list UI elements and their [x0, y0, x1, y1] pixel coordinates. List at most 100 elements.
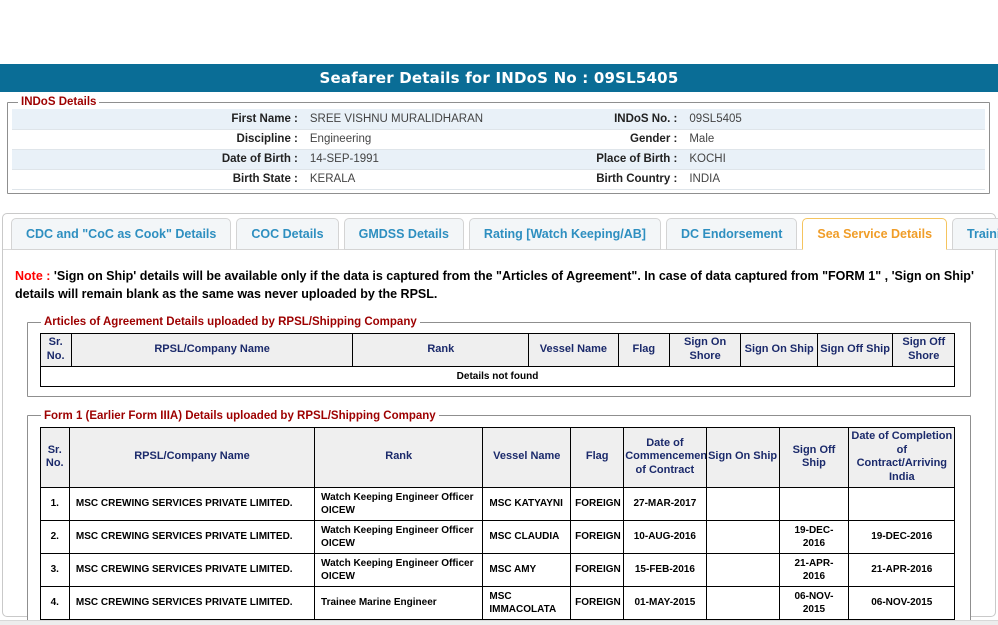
- field-label: INDoS No. :: [498, 109, 683, 129]
- rank-cell: Watch Keeping Engineer Officer OICEW: [315, 553, 483, 586]
- column-header: RPSL/Company Name: [69, 427, 314, 487]
- indos-details-row: First Name : SREE VISHNU MURALIDHARAN IN…: [12, 109, 985, 129]
- column-header: Sign On Ship: [741, 334, 818, 367]
- tab[interactable]: GMDSS Details: [344, 218, 464, 250]
- commencement-date-cell: 27-MAR-2017: [624, 487, 706, 520]
- vessel-name-cell: MSC KATYAYNI: [483, 487, 571, 520]
- indos-details-legend: INDoS Details: [18, 96, 99, 108]
- sr-no-cell: 1.: [40, 487, 69, 520]
- company-name-cell: MSC CREWING SERVICES PRIVATE LIMITED.: [69, 487, 314, 520]
- vessel-name-cell: MSC CLAUDIA: [483, 520, 571, 553]
- column-header: Sr. No.: [40, 334, 71, 367]
- column-header: Sign Off Ship: [818, 334, 893, 367]
- completion-date-cell: [849, 487, 955, 520]
- flag-cell: FOREIGN: [571, 487, 624, 520]
- form1-table: Sr. No. RPSL/Company Name Rank Vessel Na…: [40, 427, 956, 625]
- commencement-date-cell: 10-AUG-2016: [624, 520, 706, 553]
- field-label: Birth State :: [12, 169, 304, 189]
- field-label: Place of Birth :: [498, 149, 683, 169]
- completion-date-cell: 19-DEC-2016: [849, 520, 955, 553]
- field-label: First Name :: [12, 109, 304, 129]
- flag-cell: FOREIGN: [571, 553, 624, 586]
- articles-of-agreement-table: Sr. No. RPSL/Company Name Rank Vessel Na…: [40, 333, 956, 387]
- column-header: Sign On Shore: [669, 334, 740, 367]
- form1-legend: Form 1 (Earlier Form IIIA) Details uploa…: [41, 410, 439, 422]
- indos-details-table: First Name : SREE VISHNU MURALIDHARAN IN…: [12, 109, 985, 190]
- column-header: RPSL/Company Name: [71, 334, 353, 367]
- note-label: Note :: [15, 269, 50, 283]
- field-value: KOCHI: [683, 149, 985, 169]
- articles-of-agreement-section: Articles of Agreement Details uploaded b…: [27, 316, 971, 397]
- page-bottom-strip: [0, 620, 998, 625]
- column-header: Sign Off Shore: [893, 334, 955, 367]
- tab[interactable]: Sea Service Details: [802, 218, 947, 250]
- column-header: Vessel Name: [529, 334, 619, 367]
- company-name-cell: MSC CREWING SERVICES PRIVATE LIMITED.: [69, 553, 314, 586]
- table-row: 2. MSC CREWING SERVICES PRIVATE LIMITED.…: [40, 520, 955, 553]
- vessel-name-cell: MSC IMMACOLATA: [483, 586, 571, 619]
- articles-of-agreement-legend: Articles of Agreement Details uploaded b…: [41, 316, 420, 328]
- vessel-name-cell: MSC AMY: [483, 553, 571, 586]
- company-name-cell: MSC CREWING SERVICES PRIVATE LIMITED.: [69, 520, 314, 553]
- column-header: Date of Commencement of Contract: [624, 427, 706, 487]
- column-header: Sign On Ship: [706, 427, 779, 487]
- flag-cell: FOREIGN: [571, 520, 624, 553]
- sign-off-ship-cell: 21-APR-2016: [779, 553, 849, 586]
- field-value: SREE VISHNU MURALIDHARAN: [304, 109, 499, 129]
- field-label: Birth Country :: [498, 169, 683, 189]
- field-value: 14-SEP-1991: [304, 149, 499, 169]
- column-header: Flag: [618, 334, 669, 367]
- tab[interactable]: COC Details: [236, 218, 338, 250]
- rank-cell: Watch Keeping Engineer Officer OICEW: [315, 487, 483, 520]
- tab[interactable]: Training Details: [952, 218, 998, 250]
- completion-date-cell: 06-NOV-2015: [849, 586, 955, 619]
- table-header-row: Sr. No. RPSL/Company Name Rank Vessel Na…: [40, 334, 955, 367]
- sr-no-cell: 4.: [40, 586, 69, 619]
- column-header: Rank: [315, 427, 483, 487]
- column-header: Date of Completion of Contract/Arriving …: [849, 427, 955, 487]
- field-value: Engineering: [304, 129, 499, 149]
- column-header: Flag: [571, 427, 624, 487]
- column-header: Vessel Name: [483, 427, 571, 487]
- details-not-found-message: Details not found: [40, 366, 955, 386]
- tab[interactable]: CDC and "CoC as Cook" Details: [11, 218, 231, 250]
- sr-no-cell: 3.: [40, 553, 69, 586]
- column-header: Sign Off Ship: [779, 427, 849, 487]
- rank-cell: Trainee Marine Engineer: [315, 586, 483, 619]
- indos-details-row: Date of Birth : 14-SEP-1991 Place of Bir…: [12, 149, 985, 169]
- indos-details-section: INDoS Details First Name : SREE VISHNU M…: [7, 96, 990, 194]
- tab[interactable]: Rating [Watch Keeping/AB]: [469, 218, 661, 250]
- tab-content: Note : 'Sign on Ship' details will be av…: [3, 250, 995, 625]
- table-row: 3. MSC CREWING SERVICES PRIVATE LIMITED.…: [40, 553, 955, 586]
- note: Note : 'Sign on Ship' details will be av…: [15, 267, 985, 303]
- tab-strip: CDC and "CoC as Cook" Details COC Detail…: [3, 214, 995, 250]
- sign-off-ship-cell: 06-NOV-2015: [779, 586, 849, 619]
- indos-details-row: Birth State : KERALA Birth Country : IND…: [12, 169, 985, 189]
- note-text: 'Sign on Ship' details will be available…: [15, 269, 974, 301]
- indos-details-row: Discipline : Engineering Gender : Male: [12, 129, 985, 149]
- sign-on-ship-cell: [706, 520, 779, 553]
- page-title: Seafarer Details for INDoS No : 09SL5405: [0, 64, 998, 92]
- table-row: 4. MSC CREWING SERVICES PRIVATE LIMITED.…: [40, 586, 955, 619]
- field-value: 09SL5405: [683, 109, 985, 129]
- tab-panel: CDC and "CoC as Cook" Details COC Detail…: [2, 213, 996, 617]
- empty-row: Details not found: [40, 366, 955, 386]
- column-header: Sr. No.: [40, 427, 69, 487]
- completion-date-cell: 21-APR-2016: [849, 553, 955, 586]
- rank-cell: Watch Keeping Engineer Officer OICEW: [315, 520, 483, 553]
- commencement-date-cell: 01-MAY-2015: [624, 586, 706, 619]
- field-value: INDIA: [683, 169, 985, 189]
- company-name-cell: MSC CREWING SERVICES PRIVATE LIMITED.: [69, 586, 314, 619]
- field-label: Discipline :: [12, 129, 304, 149]
- sign-on-ship-cell: [706, 553, 779, 586]
- sign-off-ship-cell: [779, 487, 849, 520]
- commencement-date-cell: 15-FEB-2016: [624, 553, 706, 586]
- tab[interactable]: DC Endorsement: [666, 218, 797, 250]
- seafarer-details-page: Seafarer Details for INDoS No : 09SL5405…: [0, 0, 998, 625]
- table-header-row: Sr. No. RPSL/Company Name Rank Vessel Na…: [40, 427, 955, 487]
- field-value: Male: [683, 129, 985, 149]
- flag-cell: FOREIGN: [571, 586, 624, 619]
- field-label: Date of Birth :: [12, 149, 304, 169]
- sign-on-ship-cell: [706, 487, 779, 520]
- form1-section: Form 1 (Earlier Form IIIA) Details uploa…: [27, 410, 971, 625]
